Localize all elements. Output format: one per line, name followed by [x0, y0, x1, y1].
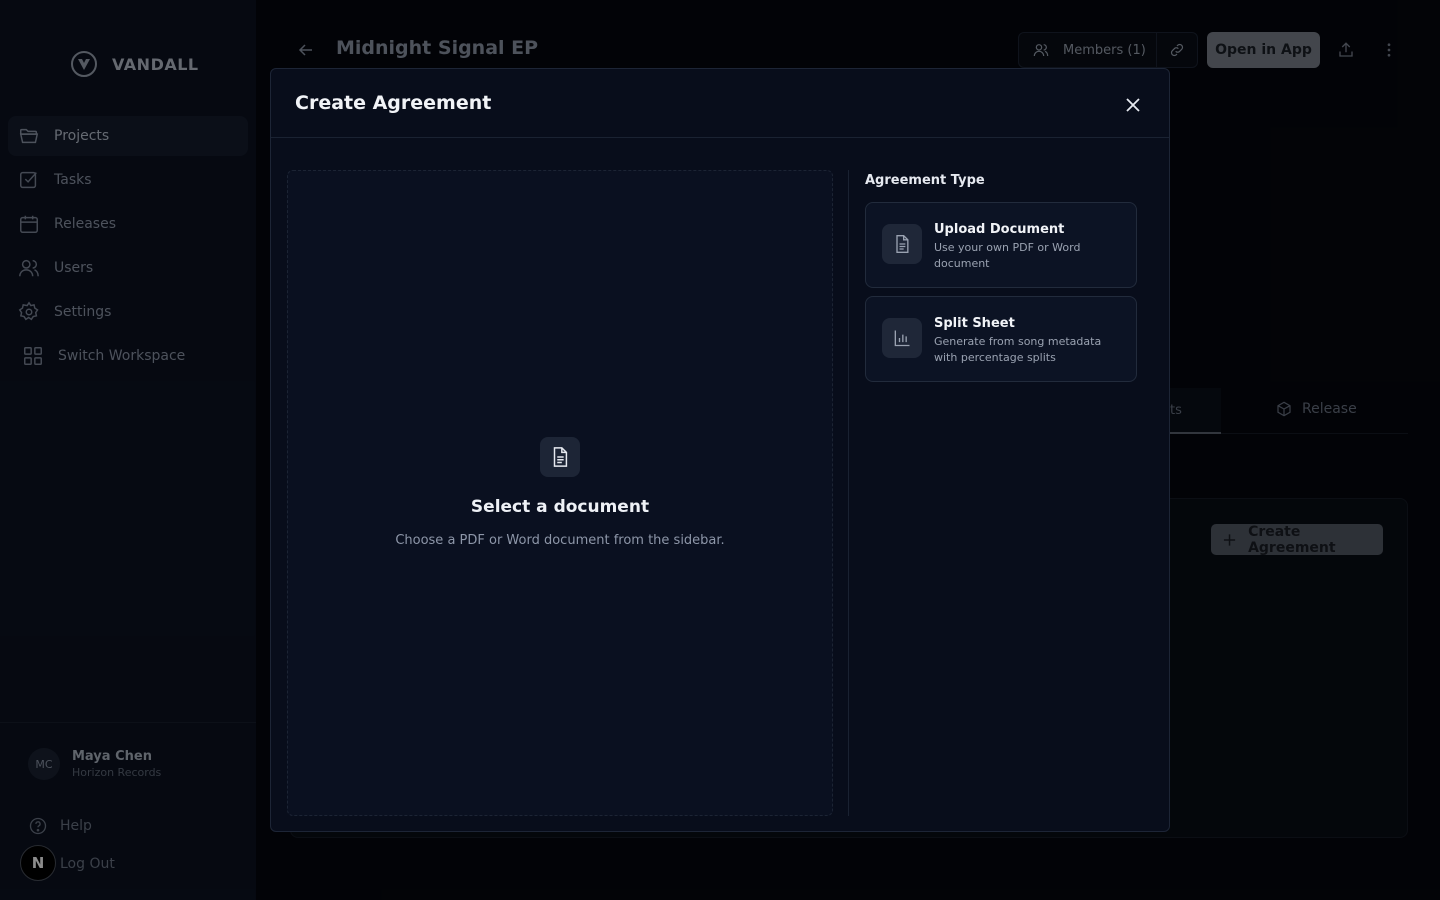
- create-agreement-button[interactable]: Create Agreement: [1211, 523, 1383, 556]
- user-name: Maya Chen: [72, 749, 152, 764]
- sidebar-item-label: Users: [54, 260, 94, 276]
- members-label: Members (1): [1063, 42, 1146, 58]
- tab-label: Release: [1302, 401, 1357, 417]
- more-options-icon[interactable]: [1380, 41, 1398, 59]
- plus-icon: [1223, 533, 1236, 546]
- help-label: Help: [60, 818, 92, 834]
- document-icon: [553, 447, 568, 467]
- create-agreement-modal: Create Agreement Select a document Choos…: [270, 68, 1170, 832]
- brand-logo[interactable]: VANDALL: [70, 50, 199, 78]
- avatar: MC: [28, 748, 60, 780]
- split-sheet-option[interactable]: Split Sheet Generate from song metadata …: [865, 296, 1137, 382]
- sidebar-item-label: Tasks: [54, 172, 92, 188]
- preview-title: Select a document: [470, 497, 650, 517]
- vandall-logo-icon: [71, 51, 97, 77]
- option-title: Upload Document: [934, 222, 1065, 237]
- grid-icon: [24, 347, 42, 365]
- document-icon: [896, 235, 909, 253]
- option-title: Split Sheet: [934, 316, 1015, 331]
- users-icon: [1033, 44, 1049, 57]
- icon-wrapper: [882, 224, 922, 264]
- brand-name: VANDALL: [112, 54, 199, 74]
- column-divider: [848, 170, 849, 816]
- help-link[interactable]: Help: [28, 816, 92, 836]
- calendar-icon: [20, 215, 38, 233]
- tab-agreements[interactable]: ts: [1170, 388, 1221, 434]
- back-arrow-icon[interactable]: [298, 42, 314, 58]
- sidebar-item-releases[interactable]: Releases: [8, 204, 248, 244]
- sidebar-divider: [0, 722, 256, 723]
- page-title: Midnight Signal EP: [336, 37, 539, 59]
- close-icon[interactable]: [1123, 95, 1143, 115]
- create-agreement-label: Create Agreement: [1248, 523, 1336, 556]
- share-icon[interactable]: [1337, 41, 1355, 59]
- sidebar-item-settings[interactable]: Settings: [8, 292, 248, 332]
- sidebar-nav: Projects Tasks Releases Users Settings S…: [8, 116, 248, 380]
- sidebar-item-label: Projects: [54, 128, 110, 144]
- users-icon: [19, 259, 39, 277]
- modal-header: Create Agreement: [271, 69, 1169, 138]
- sidebar-item-label: Releases: [54, 216, 116, 232]
- upload-document-option[interactable]: Upload Document Use your own PDF or Word…: [865, 202, 1137, 288]
- sidebar-item-switch-workspace[interactable]: Switch Workspace: [8, 336, 248, 376]
- preview-subtitle: Choose a PDF or Word document from the s…: [395, 533, 725, 548]
- agreement-type-heading: Agreement Type: [865, 173, 985, 188]
- sidebar: VANDALL Projects Tasks Releases Users Se…: [0, 0, 256, 900]
- help-icon: [29, 817, 47, 835]
- sidebar-item-label: Settings: [54, 304, 112, 320]
- gear-icon: [18, 301, 39, 321]
- option-description: Use your own PDF or Word document: [934, 241, 1081, 270]
- document-icon-wrapper: [540, 437, 580, 477]
- user-profile[interactable]: MC Maya Chen Horizon Records: [28, 748, 161, 780]
- n-badge[interactable]: N: [20, 845, 56, 881]
- box-icon: [1277, 401, 1291, 417]
- option-description: Generate from song metadata with percent…: [934, 335, 1102, 364]
- modal-title: Create Agreement: [295, 92, 492, 114]
- user-org: Horizon Records: [72, 766, 162, 779]
- bar-chart-icon: [894, 330, 910, 347]
- checkbox-icon: [20, 171, 37, 189]
- link-icon: [1171, 43, 1184, 57]
- logout-label: Log Out: [60, 856, 115, 872]
- document-preview: Select a document Choose a PDF or Word d…: [287, 170, 833, 816]
- members-group: Members (1): [1018, 32, 1198, 68]
- sidebar-item-users[interactable]: Users: [8, 248, 248, 288]
- sidebar-item-projects[interactable]: Projects: [8, 116, 248, 156]
- members-button[interactable]: Members (1): [1019, 33, 1158, 67]
- tab-release[interactable]: Release: [1276, 401, 1357, 417]
- copy-link-button[interactable]: [1157, 33, 1197, 67]
- sidebar-item-tasks[interactable]: Tasks: [8, 160, 248, 200]
- tab-label: ts: [1170, 402, 1182, 418]
- folder-icon: [19, 128, 39, 144]
- sidebar-item-label: Switch Workspace: [58, 348, 186, 364]
- open-in-app-button[interactable]: Open in App: [1207, 32, 1320, 68]
- icon-wrapper: [882, 318, 922, 358]
- logout-link[interactable]: Log Out: [60, 856, 115, 872]
